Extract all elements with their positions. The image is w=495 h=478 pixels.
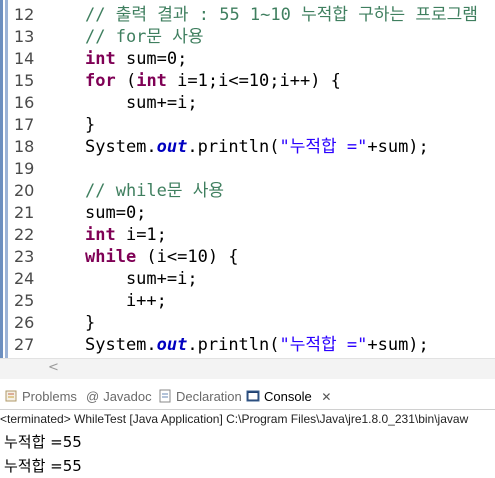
line-number: 23: [14, 247, 35, 266]
code-line[interactable]: 16 sum+=i;: [0, 92, 495, 114]
code-text: }: [85, 114, 95, 136]
tab-declaration[interactable]: Declaration: [158, 385, 242, 409]
code-token: sum+=i;: [85, 269, 198, 289]
code-token: i=1;: [115, 225, 167, 245]
code-token: System.: [85, 137, 157, 157]
code-token: +sum);: [367, 137, 429, 157]
code-token: "누적합 =": [279, 137, 368, 157]
code-token: sum=0;: [85, 203, 147, 223]
code-line[interactable]: 26}: [0, 312, 495, 334]
code-token: while: [85, 247, 137, 267]
tab-problems-label: Problems: [22, 389, 77, 404]
line-number: 15: [14, 71, 35, 90]
code-text: }: [85, 312, 95, 334]
line-number: 21: [14, 203, 35, 222]
problems-icon: [4, 387, 18, 402]
tab-console-label: Console: [264, 389, 312, 404]
line-number: 20: [14, 181, 35, 200]
code-token: .println(: [187, 335, 280, 355]
code-token: for: [85, 71, 116, 91]
code-line[interactable]: 22 int i=1;: [0, 224, 495, 246]
line-number: 18: [14, 137, 35, 156]
code-token: // 출력 결과 : 55 1~10 누적합 구하는 프로그램: [85, 5, 478, 25]
code-text: sum+=i;: [85, 268, 198, 290]
bottom-panel-tabs: Problems @ Javadoc Declaration Console ✕: [0, 385, 495, 410]
code-token: sum=0;: [115, 49, 188, 69]
code-text: sum=0;: [85, 202, 146, 224]
code-text: i++;: [85, 290, 167, 312]
code-token: System.: [85, 335, 157, 355]
code-token: (: [115, 71, 137, 91]
code-token: "누적합 =": [279, 335, 368, 355]
code-token: +sum);: [367, 335, 429, 355]
code-text: // for문 사용: [85, 26, 204, 48]
code-line[interactable]: 20 // while문 사용: [0, 180, 495, 202]
code-line[interactable]: 14 int sum=0;: [0, 48, 495, 70]
code-line[interactable]: 25 i++;: [0, 290, 495, 312]
scroll-left-arrow-icon[interactable]: <: [48, 360, 59, 375]
tab-declaration-label: Declaration: [176, 389, 242, 404]
tab-javadoc-label: Javadoc: [103, 389, 152, 404]
code-text: while (i<=10) {: [85, 246, 239, 268]
code-token: out: [156, 335, 188, 355]
code-line[interactable]: 19: [0, 158, 495, 180]
code-token: out: [156, 137, 188, 157]
code-text: for (int i=1;i<=10;i++) {: [85, 70, 341, 92]
code-line[interactable]: 13 // for문 사용: [0, 26, 495, 48]
code-text: int i=1;: [85, 224, 167, 246]
code-text: System.out.println("누적합 ="+sum);: [85, 334, 429, 356]
line-number: 17: [14, 115, 35, 134]
declaration-icon: [158, 387, 172, 403]
code-line[interactable]: 18 System.out.println("누적합 ="+sum);: [0, 136, 495, 158]
code-editor[interactable]: 12 // 출력 결과 : 55 1~10 누적합 구하는 프로그램 13 // fo…: [0, 0, 495, 358]
editor-horizontal-scrollbar[interactable]: <: [0, 358, 495, 379]
code-text: // 출력 결과 : 55 1~10 누적합 구하는 프로그램: [85, 4, 478, 26]
line-number: 19: [14, 159, 35, 178]
code-token: int: [85, 49, 116, 69]
console-status-header: <terminated> WhileTest [Java Application…: [0, 412, 469, 426]
code-text: System.out.println("누적합 ="+sum);: [85, 136, 429, 158]
code-token: .println(: [187, 137, 280, 157]
line-number: 12: [14, 5, 35, 24]
tab-javadoc[interactable]: @ Javadoc: [86, 385, 152, 409]
code-token: // for문 사용: [85, 27, 204, 47]
console-icon: [246, 387, 260, 402]
line-number: 22: [14, 225, 35, 244]
tab-problems[interactable]: Problems: [4, 385, 77, 409]
line-number: 14: [14, 49, 35, 68]
code-text: // while문 사용: [85, 180, 224, 202]
console-output-line: 누적합 =55: [4, 433, 82, 451]
console-output-line: 누적합 =55: [4, 457, 82, 475]
code-line[interactable]: 27 System.out.println("누적합 ="+sum);: [0, 334, 495, 356]
code-text: int sum=0;: [85, 48, 187, 70]
code-token: // while문 사용: [85, 181, 225, 201]
line-number: 26: [14, 313, 35, 332]
code-line[interactable]: 15 for (int i=1;i<=10;i++) {: [0, 70, 495, 92]
code-token: int: [85, 225, 116, 245]
code-token: }: [85, 313, 96, 333]
code-text: sum+=i;: [85, 92, 198, 114]
code-token: }: [85, 115, 96, 135]
line-number: 16: [14, 93, 35, 112]
code-line[interactable]: 23 while (i<=10) {: [0, 246, 495, 268]
line-number: 13: [14, 27, 35, 46]
code-token: i=1;i<=10;i++) {: [166, 71, 341, 91]
code-token: (i<=10) {: [136, 247, 239, 267]
close-icon[interactable]: ✕: [321, 390, 331, 404]
line-number: 25: [14, 291, 35, 310]
at-icon: @: [86, 389, 100, 404]
code-token: sum+=i;: [85, 93, 198, 113]
line-number: 24: [14, 269, 35, 288]
code-line[interactable]: 21 sum=0;: [0, 202, 495, 224]
code-token: int: [136, 71, 167, 91]
code-line[interactable]: 12 // 출력 결과 : 55 1~10 누적합 구하는 프로그램: [0, 4, 495, 26]
line-number: 27: [14, 335, 35, 354]
code-token: i++;: [85, 291, 167, 311]
code-line[interactable]: 17}: [0, 114, 495, 136]
tab-console[interactable]: Console ✕: [246, 385, 331, 409]
code-line[interactable]: 24 sum+=i;: [0, 268, 495, 290]
